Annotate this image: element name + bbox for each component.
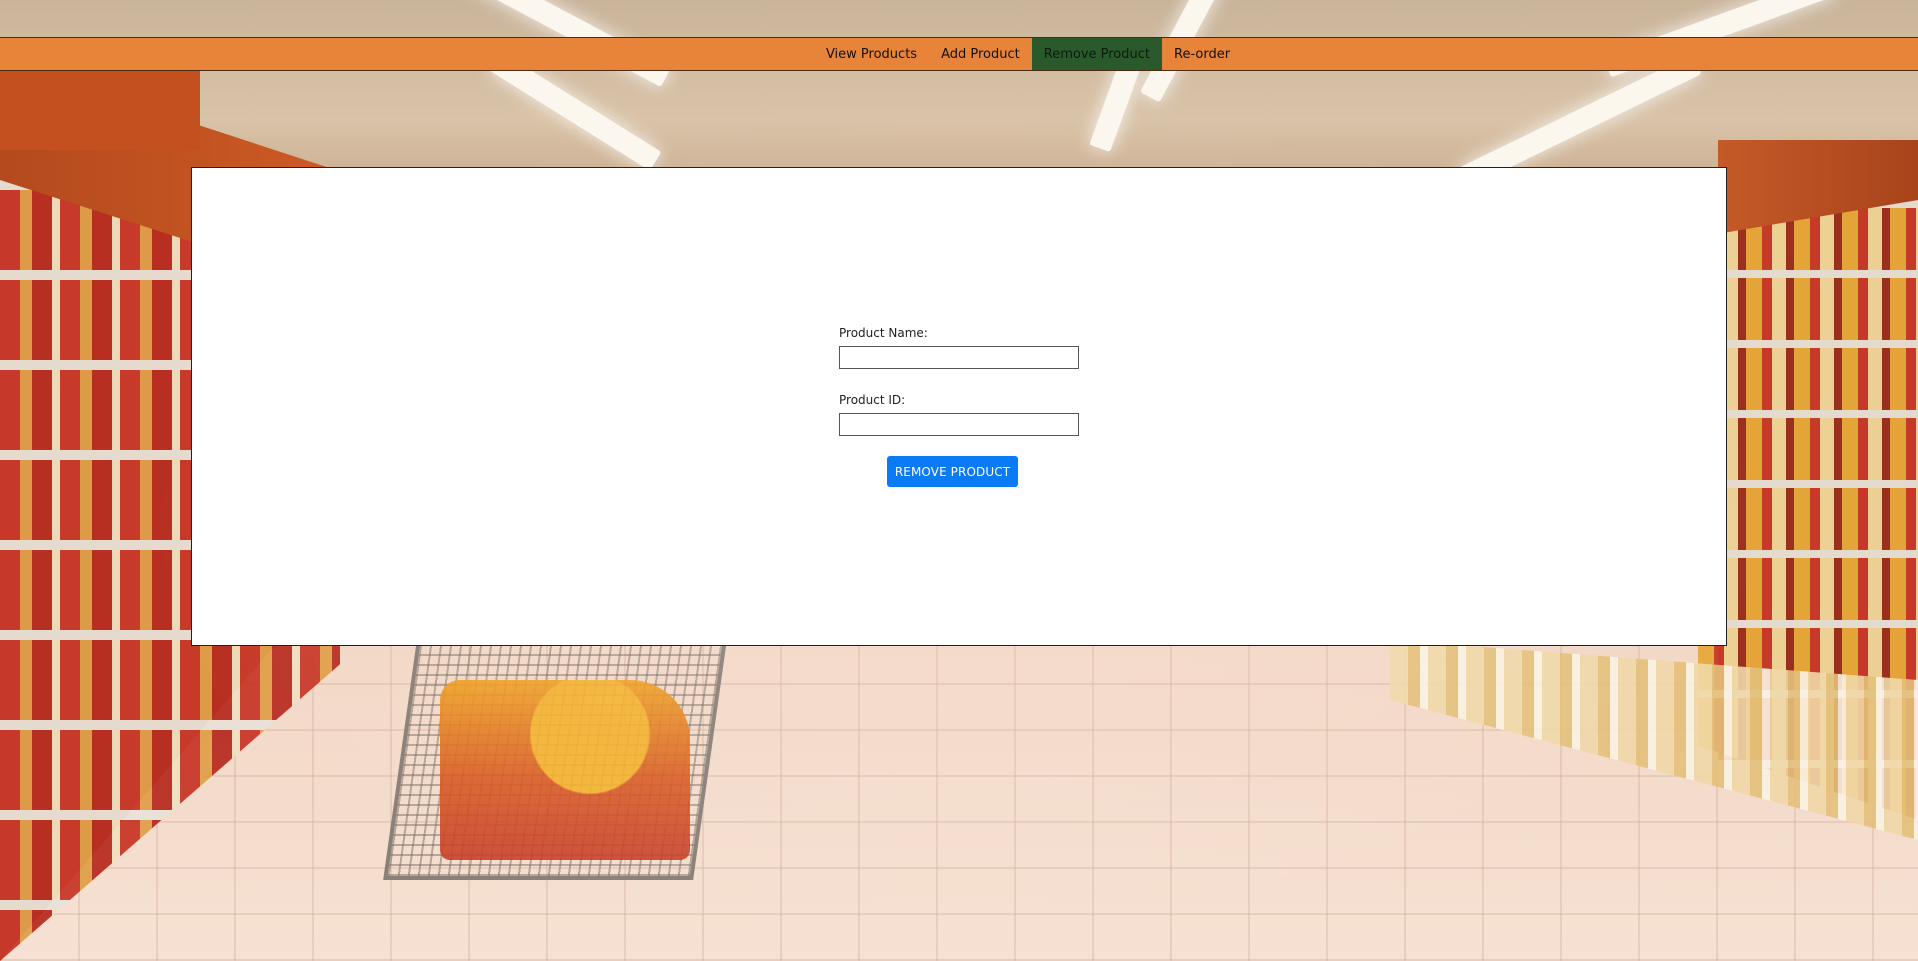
nav-remove-product[interactable]: Remove Product: [1031, 38, 1162, 70]
nav-add-product[interactable]: Add Product: [929, 38, 1032, 70]
remove-product-button[interactable]: REMOVE PRODUCT: [887, 456, 1018, 487]
product-id-group: Product ID:: [839, 393, 1079, 436]
product-name-input[interactable]: [839, 346, 1079, 369]
product-id-label: Product ID:: [839, 393, 906, 407]
nav-reorder[interactable]: Re-order: [1162, 38, 1242, 70]
nav-view-products[interactable]: View Products: [814, 38, 929, 70]
top-navbar: View Products Add Product Remove Product…: [0, 37, 1918, 71]
product-name-label: Product Name:: [839, 326, 928, 340]
main-panel: Product Name: Product ID: REMOVE PRODUCT: [191, 167, 1727, 646]
product-id-input[interactable]: [839, 413, 1079, 436]
remove-product-form: Product Name: Product ID: REMOVE PRODUCT: [839, 326, 1079, 487]
nav-links: View Products Add Product Remove Product…: [814, 38, 1242, 70]
product-name-group: Product Name:: [839, 326, 1079, 369]
